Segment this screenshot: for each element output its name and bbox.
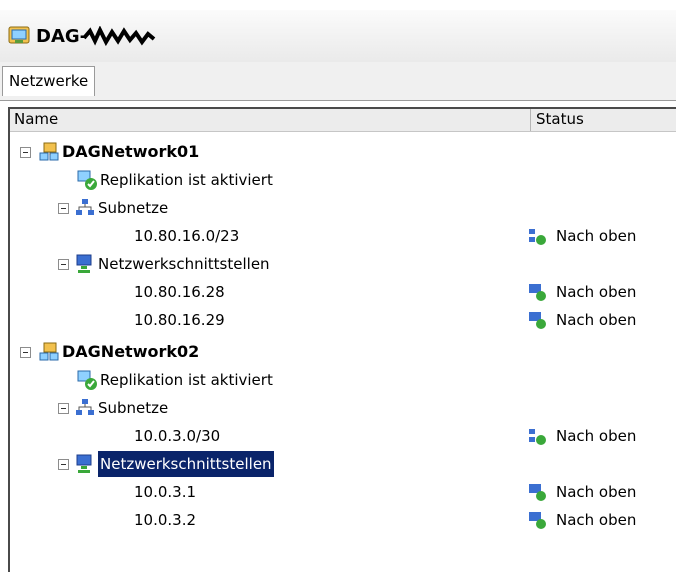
dag-network-icon	[39, 142, 59, 161]
subnet-row[interactable]: 10.0.3.0/30 Nach oben	[10, 423, 676, 449]
replication-icon	[77, 370, 97, 390]
subnets-label: Subnetze	[98, 199, 169, 217]
network-interface-icon	[76, 254, 92, 273]
status-up-icon	[529, 484, 546, 501]
column-header: Name Status	[10, 109, 676, 132]
subnet-icon	[76, 399, 94, 415]
tree-node-replication[interactable]: Replikation ist aktiviert	[10, 167, 510, 193]
subnet-address: 10.80.16.0/23	[134, 227, 240, 245]
status-label: Nach oben	[556, 511, 637, 529]
status-label: Nach oben	[556, 311, 637, 329]
tree-node-subnetze[interactable]: Subnetze	[10, 195, 510, 221]
status-up-icon	[529, 229, 546, 245]
replication-icon	[77, 170, 97, 190]
status-up-icon	[529, 429, 546, 445]
tab-strip: Netzwerke	[0, 62, 676, 101]
tree-node-interfaces[interactable]: Netzwerkschnittstellen	[10, 451, 510, 477]
status-label: Nach oben	[556, 283, 637, 301]
interface-address: 10.80.16.29	[134, 311, 225, 329]
interface-row[interactable]: 10.0.3.1 Nach oben	[10, 479, 676, 505]
collapse-toggle[interactable]	[20, 347, 31, 358]
replication-label: Replikation ist aktiviert	[100, 371, 273, 389]
tree-node-replication[interactable]: Replikation ist aktiviert	[10, 367, 510, 393]
collapse-toggle[interactable]	[20, 147, 31, 158]
network-name: DAGNetwork01	[62, 142, 200, 161]
interface-row[interactable]: 10.80.16.28 Nach oben	[10, 279, 676, 305]
status-label: Nach oben	[556, 427, 637, 445]
subnet-row[interactable]: 10.80.16.0/23 Nach oben	[10, 223, 676, 249]
interface-row[interactable]: 10.0.3.2 Nach oben	[10, 507, 676, 533]
network-tree-list[interactable]: Name Status DAGNetwork01 Replikation ist…	[8, 107, 676, 572]
status-label: Nach oben	[556, 227, 637, 245]
column-status[interactable]: Status	[536, 110, 584, 128]
window-title: DAG-	[36, 26, 88, 47]
network-name: DAGNetwork02	[62, 342, 200, 361]
interface-address: 10.80.16.28	[134, 283, 225, 301]
column-name[interactable]: Name	[14, 110, 58, 128]
subnets-label: Subnetze	[98, 399, 169, 417]
dag-icon	[8, 26, 30, 44]
collapse-toggle[interactable]	[58, 203, 69, 214]
column-separator[interactable]	[530, 109, 531, 131]
network-interface-icon	[76, 454, 92, 473]
redacted-scribble	[82, 26, 156, 47]
interfaces-label: Netzwerkschnittstellen	[98, 255, 270, 273]
subnet-address: 10.0.3.0/30	[134, 427, 221, 445]
tab-netzwerke[interactable]: Netzwerke	[2, 66, 96, 96]
tree-node-subnetze[interactable]: Subnetze	[10, 395, 510, 421]
status-up-icon	[529, 284, 546, 301]
interface-address: 10.0.3.2	[134, 511, 197, 529]
replication-label: Replikation ist aktiviert	[100, 171, 273, 189]
subnet-icon	[76, 199, 94, 215]
collapse-toggle[interactable]	[58, 259, 69, 270]
status-up-icon	[529, 312, 546, 329]
tree-node-interfaces[interactable]: Netzwerkschnittstellen	[10, 251, 510, 277]
tree-node-dagnetwork01[interactable]: DAGNetwork01	[10, 139, 510, 165]
status-label: Nach oben	[556, 483, 637, 501]
dag-network-icon	[39, 342, 59, 361]
interface-row[interactable]: 10.80.16.29 Nach oben	[10, 307, 676, 333]
tree-node-dagnetwork02[interactable]: DAGNetwork02	[10, 339, 510, 365]
collapse-toggle[interactable]	[58, 403, 69, 414]
interface-address: 10.0.3.1	[134, 483, 197, 501]
interfaces-label-selected: Netzwerkschnittstellen	[98, 451, 274, 477]
collapse-toggle[interactable]	[58, 459, 69, 470]
status-up-icon	[529, 512, 546, 529]
